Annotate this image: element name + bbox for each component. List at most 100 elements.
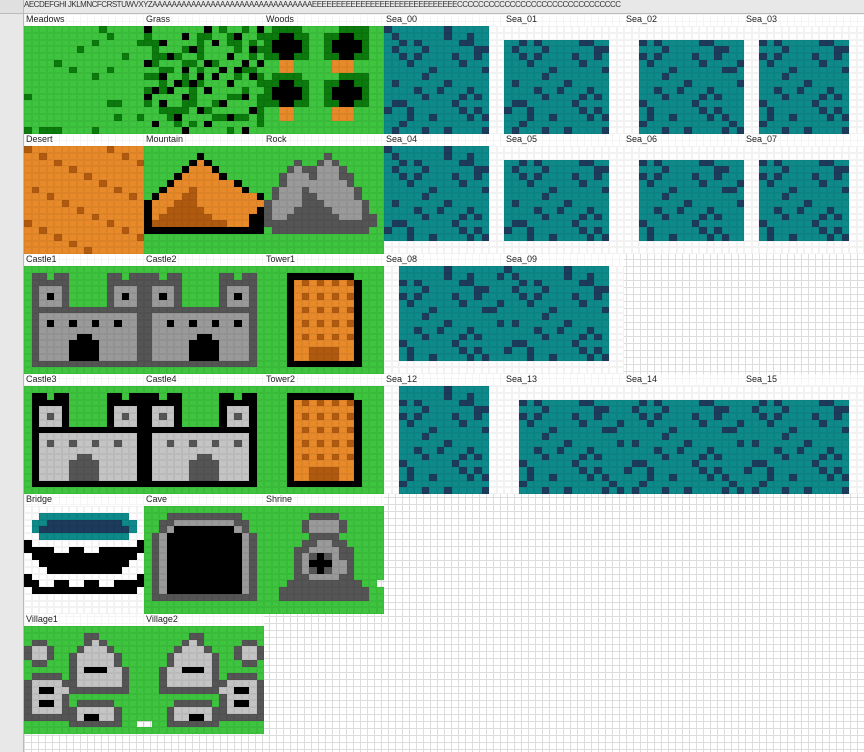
tile-label: Tower2	[264, 374, 384, 386]
empty-cell[interactable]	[744, 494, 864, 614]
tile-art[interactable]	[744, 386, 864, 494]
tile-art[interactable]	[504, 146, 624, 254]
tile-art[interactable]	[264, 506, 384, 614]
tile-woods[interactable]: Woods	[264, 14, 384, 134]
tile-mountain[interactable]: Mountain	[144, 134, 264, 254]
tile-sea-0[interactable]: Sea_00	[384, 14, 504, 134]
tile-meadows[interactable]: Meadows	[24, 14, 144, 134]
spreadsheet-view: AECDEFGHI JKLMNCFCRSTUWVXYZAAAAAAAAAAAAA…	[0, 0, 864, 752]
tile-label: Village2	[144, 614, 264, 626]
empty-cell[interactable]	[264, 614, 384, 734]
tile-art[interactable]	[144, 26, 264, 134]
empty-cell[interactable]	[744, 614, 864, 734]
tile-grass[interactable]: Grass	[144, 14, 264, 134]
column-headers[interactable]: AECDEFGHI JKLMNCFCRSTUWVXYZAAAAAAAAAAAAA…	[24, 0, 864, 14]
tile-art[interactable]	[144, 146, 264, 254]
tile-castle-4[interactable]: Castle4	[144, 374, 264, 494]
empty-cell[interactable]	[624, 494, 744, 614]
tile-village-2[interactable]: Village2	[144, 614, 264, 734]
tile-sea-7[interactable]: Sea_07	[744, 134, 864, 254]
tile-art[interactable]	[504, 266, 624, 374]
tile-art[interactable]	[504, 26, 624, 134]
select-all-corner[interactable]	[0, 0, 24, 14]
tile-label: Sea_12	[384, 374, 504, 386]
tile-art[interactable]	[264, 146, 384, 254]
tile-label: Shrine	[264, 494, 384, 506]
tile-sea-9[interactable]: Sea_09	[504, 254, 624, 374]
tile-label: Sea_05	[504, 134, 624, 146]
tile-tower-2[interactable]: Tower2	[264, 374, 384, 494]
tile-row: Castle3Castle4Tower2Sea_12Sea_13Sea_14Se…	[24, 374, 864, 494]
tile-sea-5[interactable]: Sea_05	[504, 134, 624, 254]
empty-cell[interactable]	[624, 614, 744, 734]
tile-label: Bridge	[24, 494, 144, 506]
tile-art[interactable]	[744, 26, 864, 134]
tile-sea-6[interactable]: Sea_06	[624, 134, 744, 254]
tile-row: Castle1Castle2Tower1Sea_08Sea_09	[24, 254, 864, 374]
tile-castle-1[interactable]: Castle1	[24, 254, 144, 374]
tile-shrine[interactable]: Shrine	[264, 494, 384, 614]
tile-art[interactable]	[24, 26, 144, 134]
tile-art[interactable]	[144, 626, 264, 734]
tile-label: Sea_00	[384, 14, 504, 26]
tile-art[interactable]	[24, 386, 144, 494]
tile-art[interactable]	[144, 386, 264, 494]
tile-label: Village1	[24, 614, 144, 626]
tile-label: Desert	[24, 134, 144, 146]
empty-cell[interactable]	[504, 494, 624, 614]
tile-label: Rock	[264, 134, 384, 146]
tile-label: Woods	[264, 14, 384, 26]
tile-bridge[interactable]: Bridge	[24, 494, 144, 614]
row-headers[interactable]	[0, 14, 24, 752]
empty-cell[interactable]	[504, 614, 624, 734]
tile-label: Grass	[144, 14, 264, 26]
tile-cave[interactable]: Cave	[144, 494, 264, 614]
tile-label: Cave	[144, 494, 264, 506]
tile-art[interactable]	[624, 386, 744, 494]
tile-art[interactable]	[24, 146, 144, 254]
tile-art[interactable]	[744, 146, 864, 254]
tile-art[interactable]	[264, 266, 384, 374]
tile-art[interactable]	[624, 26, 744, 134]
tile-art[interactable]	[264, 26, 384, 134]
empty-cell[interactable]	[624, 254, 744, 374]
tile-art[interactable]	[144, 266, 264, 374]
tile-sea-4[interactable]: Sea_04	[384, 134, 504, 254]
tile-art[interactable]	[264, 386, 384, 494]
tile-row: DesertMountainRockSea_04Sea_05Sea_06Sea_…	[24, 134, 864, 254]
empty-cell[interactable]	[384, 614, 504, 734]
tile-sea-3[interactable]: Sea_03	[744, 14, 864, 134]
tile-castle-2[interactable]: Castle2	[144, 254, 264, 374]
tile-desert[interactable]: Desert	[24, 134, 144, 254]
tile-label: Sea_08	[384, 254, 504, 266]
tile-art[interactable]	[24, 506, 144, 614]
tile-sea-15[interactable]: Sea_15	[744, 374, 864, 494]
tile-tower-1[interactable]: Tower1	[264, 254, 384, 374]
empty-cell[interactable]	[384, 494, 504, 614]
tile-castle-3[interactable]: Castle3	[24, 374, 144, 494]
tile-art[interactable]	[624, 146, 744, 254]
tile-label: Sea_09	[504, 254, 624, 266]
tile-art[interactable]	[24, 626, 144, 734]
tile-art[interactable]	[144, 506, 264, 614]
tile-label: Castle2	[144, 254, 264, 266]
tile-sea-13[interactable]: Sea_13	[504, 374, 624, 494]
cell-grid[interactable]: MeadowsGrassWoodsSea_00Sea_01Sea_02Sea_0…	[24, 14, 864, 752]
tile-sea-1[interactable]: Sea_01	[504, 14, 624, 134]
tile-art[interactable]	[384, 386, 504, 494]
tile-art[interactable]	[384, 26, 504, 134]
tile-village-1[interactable]: Village1	[24, 614, 144, 734]
tile-label: Sea_03	[744, 14, 864, 26]
tile-rock[interactable]: Rock	[264, 134, 384, 254]
tile-art[interactable]	[24, 266, 144, 374]
tile-sea-2[interactable]: Sea_02	[624, 14, 744, 134]
tile-label: Sea_04	[384, 134, 504, 146]
tile-art[interactable]	[384, 146, 504, 254]
tile-sea-8[interactable]: Sea_08	[384, 254, 504, 374]
empty-cell[interactable]	[744, 254, 864, 374]
tile-art[interactable]	[504, 386, 624, 494]
tile-label: Sea_13	[504, 374, 624, 386]
tile-sea-14[interactable]: Sea_14	[624, 374, 744, 494]
tile-sea-12[interactable]: Sea_12	[384, 374, 504, 494]
tile-art[interactable]	[384, 266, 504, 374]
